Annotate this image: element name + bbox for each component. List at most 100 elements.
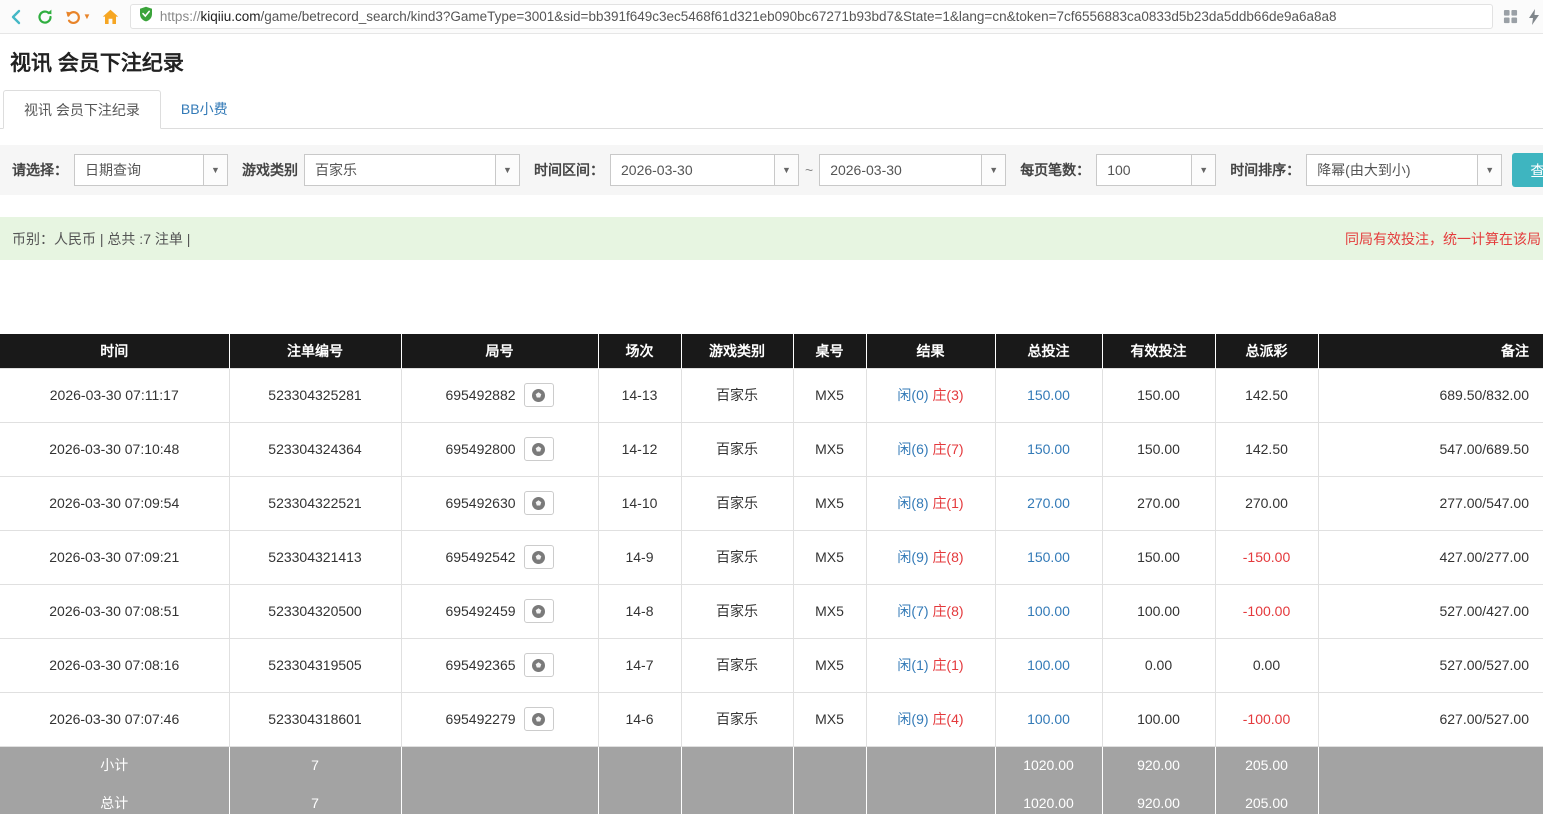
date-from-select[interactable]: 2026-03-30 ▼ xyxy=(610,154,799,186)
cell-session: 14-12 xyxy=(598,422,681,476)
game-video-replay-button[interactable] xyxy=(524,653,554,677)
lightning-icon[interactable] xyxy=(1528,8,1540,26)
cell-round: 695492542 xyxy=(401,530,598,584)
cell-total-bet[interactable]: 100.00 xyxy=(995,692,1102,746)
back-icon[interactable] xyxy=(8,8,26,26)
chevron-down-icon[interactable]: ▼ xyxy=(1191,155,1215,185)
game-video-icon xyxy=(531,712,546,727)
chevron-down-icon[interactable]: ▼ xyxy=(83,12,91,21)
table-header: 时间 注单编号 局号 场次 游戏类别 桌号 结果 总投注 有效投注 总派彩 备注 xyxy=(0,334,1543,368)
cell-session: 14-6 xyxy=(598,692,681,746)
cell-time: 2026-03-30 07:11:17 xyxy=(0,368,229,422)
cell-bet-id: 523304325281 xyxy=(229,368,401,422)
undo-icon[interactable]: ▼ xyxy=(64,8,91,26)
header-total-bet: 总投注 xyxy=(995,334,1102,368)
total-valid-bet: 920.00 xyxy=(1102,784,1215,814)
refresh-icon[interactable] xyxy=(36,8,54,26)
cell-payout: 0.00 xyxy=(1215,638,1318,692)
cell-time: 2026-03-30 07:08:16 xyxy=(0,638,229,692)
table-row: 2026-03-30 07:08:16 523304319505 6954923… xyxy=(0,638,1543,692)
cell-time: 2026-03-30 07:08:51 xyxy=(0,584,229,638)
cell-total-bet[interactable]: 150.00 xyxy=(995,422,1102,476)
chevron-down-icon[interactable]: ▼ xyxy=(1477,155,1501,185)
address-bar[interactable]: https://kiqiiu.com/game/betrecord_search… xyxy=(130,4,1493,29)
tab-bet-records[interactable]: 视讯 会员下注纪录 xyxy=(3,90,161,129)
game-video-replay-button[interactable] xyxy=(524,707,554,731)
game-type-label: 游戏类别 xyxy=(242,160,298,180)
game-video-replay-button[interactable] xyxy=(524,437,554,461)
game-video-replay-button[interactable] xyxy=(524,599,554,623)
header-payout: 总派彩 xyxy=(1215,334,1318,368)
header-bet-id: 注单编号 xyxy=(229,334,401,368)
chevron-down-icon[interactable]: ▼ xyxy=(981,155,1005,185)
search-button[interactable]: 查询 xyxy=(1512,153,1543,187)
table-row: 2026-03-30 07:10:48 523304324364 6954928… xyxy=(0,422,1543,476)
bet-records-table: 时间 注单编号 局号 场次 游戏类别 桌号 结果 总投注 有效投注 总派彩 备注… xyxy=(0,334,1543,814)
cell-note: 527.00/527.00 xyxy=(1318,638,1543,692)
cell-round: 695492365 xyxy=(401,638,598,692)
query-type-label: 请选择： xyxy=(12,160,68,180)
cell-result: 闲(9) 庄(4) xyxy=(866,692,995,746)
cell-total-bet[interactable]: 150.00 xyxy=(995,368,1102,422)
subtotal-row: 小计 7 1020.00 920.00 205.00 xyxy=(0,746,1543,784)
cell-result: 闲(7) 庄(8) xyxy=(866,584,995,638)
header-valid-bet: 有效投注 xyxy=(1102,334,1215,368)
page-size-label: 每页笔数： xyxy=(1020,160,1090,180)
cell-game-type: 百家乐 xyxy=(681,584,793,638)
tilde-separator: ~ xyxy=(805,162,813,178)
cell-note: 527.00/427.00 xyxy=(1318,584,1543,638)
table-row: 2026-03-30 07:11:17 523304325281 6954928… xyxy=(0,368,1543,422)
cell-round: 695492279 xyxy=(401,692,598,746)
cell-bet-id: 523304324364 xyxy=(229,422,401,476)
cell-round: 695492882 xyxy=(401,368,598,422)
tab-bar: 视讯 会员下注纪录 BB小费 xyxy=(0,90,1543,129)
total-row: 总计 7 1020.00 920.00 205.00 xyxy=(0,784,1543,814)
currency-total-text: 币别：人民币 | 总共 :7 注单 | xyxy=(12,229,190,249)
game-video-replay-button[interactable] xyxy=(524,383,554,407)
header-game-type: 游戏类别 xyxy=(681,334,793,368)
sort-order-select[interactable]: 降幂(由大到小) ▼ xyxy=(1306,154,1502,186)
chevron-down-icon[interactable]: ▼ xyxy=(495,155,519,185)
header-note: 备注 xyxy=(1318,334,1543,368)
url-text: https://kiqiiu.com/game/betrecord_search… xyxy=(160,9,1337,24)
table-row: 2026-03-30 07:09:54 523304322521 6954926… xyxy=(0,476,1543,530)
cell-session: 14-7 xyxy=(598,638,681,692)
cell-result: 闲(9) 庄(8) xyxy=(866,530,995,584)
cell-time: 2026-03-30 07:07:46 xyxy=(0,692,229,746)
subtotal-payout: 205.00 xyxy=(1215,746,1318,784)
tab-bb-tips[interactable]: BB小费 xyxy=(161,90,248,128)
cell-bet-id: 523304320500 xyxy=(229,584,401,638)
game-video-replay-button[interactable] xyxy=(524,545,554,569)
extensions-grid-icon[interactable] xyxy=(1503,9,1518,24)
cell-valid-bet: 150.00 xyxy=(1102,368,1215,422)
game-video-replay-button[interactable] xyxy=(524,491,554,515)
query-type-select[interactable]: 日期查询 ▼ xyxy=(74,154,228,186)
cell-note: 689.50/832.00 xyxy=(1318,368,1543,422)
game-type-select[interactable]: 百家乐 ▼ xyxy=(304,154,520,186)
security-shield-icon[interactable] xyxy=(139,6,153,27)
cell-bet-id: 523304322521 xyxy=(229,476,401,530)
cell-table-no: MX5 xyxy=(793,692,866,746)
cell-payout: 270.00 xyxy=(1215,476,1318,530)
page-size-select[interactable]: 100 ▼ xyxy=(1096,154,1216,186)
cell-total-bet[interactable]: 100.00 xyxy=(995,638,1102,692)
chevron-down-icon[interactable]: ▼ xyxy=(774,155,798,185)
home-icon[interactable] xyxy=(101,8,120,26)
game-video-icon xyxy=(531,496,546,511)
chevron-down-icon[interactable]: ▼ xyxy=(203,155,227,185)
sort-order-label: 时间排序： xyxy=(1230,160,1300,180)
cell-result: 闲(8) 庄(1) xyxy=(866,476,995,530)
date-to-select[interactable]: 2026-03-30 ▼ xyxy=(819,154,1006,186)
cell-total-bet[interactable]: 270.00 xyxy=(995,476,1102,530)
cell-payout: 142.50 xyxy=(1215,368,1318,422)
cell-total-bet[interactable]: 150.00 xyxy=(995,530,1102,584)
cell-payout: 142.50 xyxy=(1215,422,1318,476)
cell-valid-bet: 100.00 xyxy=(1102,692,1215,746)
game-video-icon xyxy=(531,442,546,457)
cell-session: 14-13 xyxy=(598,368,681,422)
total-label: 总计 xyxy=(0,784,229,814)
cell-payout: -100.00 xyxy=(1215,692,1318,746)
page-title: 视讯 会员下注纪录 xyxy=(10,50,1543,78)
cell-total-bet[interactable]: 100.00 xyxy=(995,584,1102,638)
filter-bar: 请选择： 日期查询 ▼ 游戏类别 百家乐 ▼ 时间区间： 2026-03-30 … xyxy=(0,145,1543,195)
